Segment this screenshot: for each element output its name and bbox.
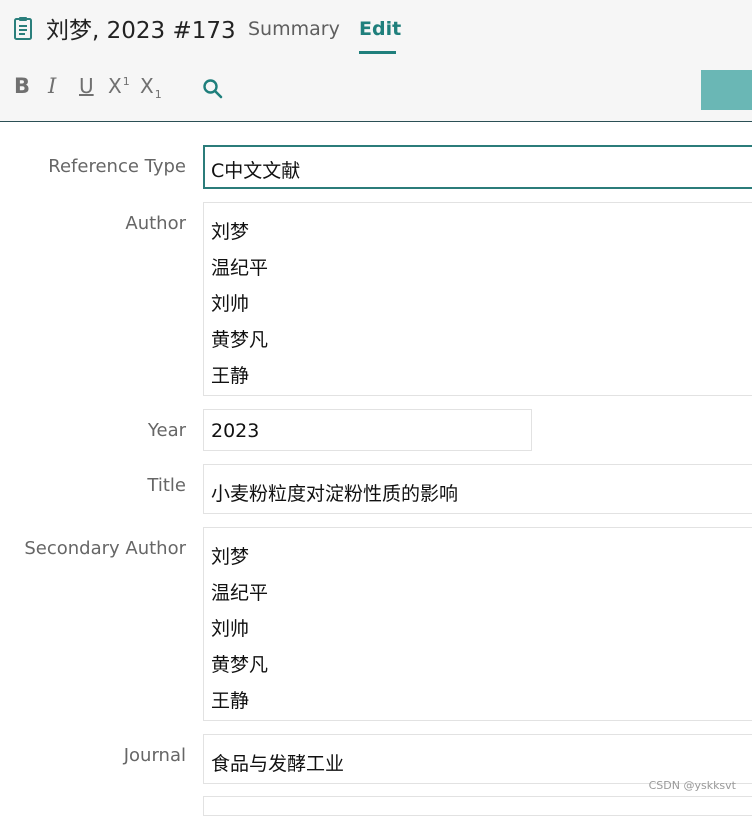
secondary-author-label: Secondary Author bbox=[24, 538, 186, 559]
secondary-author-field[interactable]: 刘梦 温纪平 刘帅 黄梦凡 王静 bbox=[203, 527, 752, 721]
journal-value: 食品与发酵工业 bbox=[211, 753, 345, 775]
author-line: 刘帅 bbox=[211, 293, 250, 315]
tab-edit[interactable]: Edit bbox=[359, 18, 401, 40]
secondary-author-line: 刘帅 bbox=[211, 618, 250, 640]
secondary-author-line: 温纪平 bbox=[211, 582, 269, 604]
journal-label: Journal bbox=[123, 745, 186, 766]
reference-type-field[interactable]: C中文文献 bbox=[203, 145, 752, 189]
tab-summary[interactable]: Summary bbox=[248, 18, 340, 40]
underline-button[interactable]: U bbox=[79, 74, 94, 104]
active-tab-indicator bbox=[359, 51, 396, 54]
year-value: 2023 bbox=[211, 420, 260, 442]
secondary-author-line: 黄梦凡 bbox=[211, 654, 269, 676]
superscript-button[interactable]: X1 bbox=[108, 74, 130, 104]
author-line: 刘梦 bbox=[211, 221, 250, 243]
year-label: Year bbox=[147, 420, 186, 441]
author-line: 王静 bbox=[211, 365, 250, 387]
reference-type-label: Reference Type bbox=[48, 156, 186, 177]
journal-field[interactable]: 食品与发酵工业 bbox=[203, 734, 752, 784]
search-icon[interactable] bbox=[202, 78, 224, 100]
bold-button[interactable]: B bbox=[14, 74, 30, 104]
subscript-label: X bbox=[140, 74, 154, 98]
title-field[interactable]: 小麦粉粒度对淀粉性质的影响 bbox=[203, 464, 752, 514]
secondary-author-line: 王静 bbox=[211, 690, 250, 712]
secondary-author-line: 刘梦 bbox=[211, 546, 250, 568]
reference-header: 刘梦, 2023 #173 Summary Edit B I U X1 X1 bbox=[0, 0, 752, 122]
italic-button[interactable]: I bbox=[48, 74, 56, 104]
author-line: 黄梦凡 bbox=[211, 329, 269, 351]
next-field[interactable] bbox=[203, 796, 752, 816]
title-value: 小麦粉粒度对淀粉性质的影响 bbox=[211, 483, 459, 505]
superscript-mark: 1 bbox=[122, 75, 130, 88]
author-field[interactable]: 刘梦 温纪平 刘帅 黄梦凡 王静 bbox=[203, 202, 752, 396]
author-label: Author bbox=[125, 213, 186, 234]
clipboard-icon bbox=[14, 17, 32, 40]
save-button[interactable] bbox=[701, 70, 752, 110]
subscript-button[interactable]: X1 bbox=[140, 74, 162, 104]
title-label: Title bbox=[147, 475, 186, 496]
superscript-label: X bbox=[108, 74, 122, 98]
watermark: CSDN @yskksvt bbox=[648, 779, 736, 792]
subscript-mark: 1 bbox=[154, 88, 162, 101]
reference-type-value: C中文文献 bbox=[211, 160, 301, 182]
year-field[interactable]: 2023 bbox=[203, 409, 532, 451]
author-line: 温纪平 bbox=[211, 257, 269, 279]
reference-title: 刘梦, 2023 #173 bbox=[46, 18, 236, 44]
